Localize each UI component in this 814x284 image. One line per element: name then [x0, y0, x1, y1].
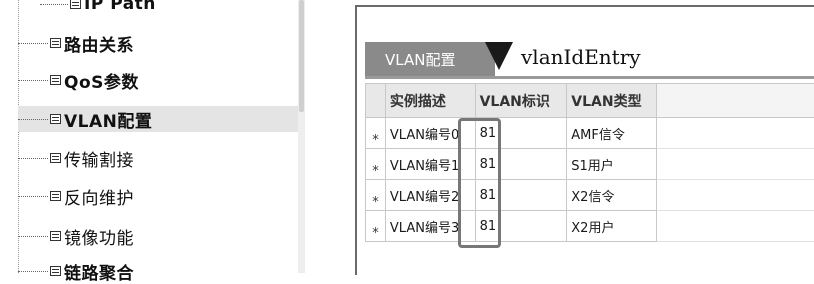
tab-divider	[365, 76, 814, 79]
tree-connector	[18, 196, 48, 197]
row-header-corner	[366, 84, 386, 118]
tree-item-label: 反向维护	[64, 184, 134, 209]
document-icon	[50, 191, 61, 201]
detail-panel: VLAN配置 vlanIdEntry 实例描述 VLAN标识 VLAN类型 * …	[355, 5, 814, 275]
tree-item-ip-path[interactable]: IP Path	[40, 0, 156, 17]
row-marker: *	[366, 118, 386, 149]
cell-instance-desc[interactable]: VLAN编号0	[385, 118, 475, 149]
vlan-table: 实例描述 VLAN标识 VLAN类型 * VLAN编号0 81 AMF信令 * …	[365, 83, 814, 242]
tree-connector	[18, 158, 48, 159]
column-header-filler	[657, 84, 814, 118]
tree-connector	[18, 80, 48, 81]
tree-item-mirroring[interactable]: 镜像功能	[18, 223, 134, 249]
row-marker: *	[366, 180, 386, 211]
table-row[interactable]: * VLAN编号1 81 S1用户	[366, 149, 814, 180]
document-icon	[70, 0, 81, 9]
cell-vlan-type[interactable]: AMF信令	[567, 118, 657, 149]
tree-item-routing[interactable]: 路由关系	[18, 30, 134, 56]
cell-filler	[657, 180, 814, 211]
cell-instance-desc[interactable]: VLAN编号1	[385, 149, 475, 180]
tree-item-label: 链路聚合	[64, 259, 134, 284]
cell-vlan-type[interactable]: X2用户	[567, 211, 657, 242]
cell-instance-desc[interactable]: VLAN编号2	[385, 180, 475, 211]
tree-item-label: IP Path	[84, 0, 156, 14]
tree-item-qos[interactable]: QoS参数	[18, 67, 139, 93]
row-marker: *	[366, 149, 386, 180]
tab-label: VLAN配置	[385, 49, 455, 70]
table-row[interactable]: * VLAN编号0 81 AMF信令	[366, 118, 814, 149]
column-header-instance-desc[interactable]: 实例描述	[385, 84, 475, 118]
tree-item-label: 路由关系	[64, 31, 134, 56]
column-header-vlan-type[interactable]: VLAN类型	[567, 84, 657, 118]
tree-item-label: QoS参数	[64, 68, 139, 93]
table-row[interactable]: * VLAN编号2 81 X2信令	[366, 180, 814, 211]
navigation-tree: IP Path 路由关系 QoS参数 VLAN配置 传输割接 反向维护 镜像功能…	[0, 0, 305, 273]
document-icon	[50, 75, 61, 85]
scrollbar-thumb[interactable]	[299, 0, 304, 112]
column-header-vlan-id[interactable]: VLAN标识	[475, 84, 567, 118]
document-icon	[50, 266, 61, 276]
tree-scrollbar[interactable]	[298, 0, 305, 273]
tree-item-link-aggregation[interactable]: 链路聚合	[18, 258, 134, 284]
cell-vlan-type[interactable]: X2信令	[567, 180, 657, 211]
tree-connector	[18, 236, 48, 237]
cell-vlan-type[interactable]: S1用户	[567, 149, 657, 180]
tree-item-reverse-maintenance[interactable]: 反向维护	[18, 183, 134, 209]
tree-item-label: VLAN配置	[64, 107, 152, 132]
cell-instance-desc[interactable]: VLAN编号3	[385, 211, 475, 242]
cell-vlan-id[interactable]: 81	[475, 118, 567, 149]
tree-item-vlan[interactable]: VLAN配置	[18, 106, 298, 132]
row-marker: *	[366, 211, 386, 242]
table-row[interactable]: * VLAN编号3 81 X2用户	[366, 211, 814, 242]
cell-filler	[657, 149, 814, 180]
table-title: vlanIdEntry	[521, 45, 641, 69]
table-header-row: 实例描述 VLAN标识 VLAN类型	[366, 84, 814, 118]
document-icon	[50, 231, 61, 241]
cell-filler	[657, 211, 814, 242]
cell-filler	[657, 118, 814, 149]
tree-item-label: 镜像功能	[64, 224, 134, 249]
cell-vlan-id[interactable]: 81	[475, 180, 567, 211]
tree-connector	[40, 4, 68, 5]
tree-item-transport-cutover[interactable]: 传输割接	[18, 145, 134, 171]
document-icon	[50, 153, 61, 163]
cell-vlan-id[interactable]: 81	[475, 149, 567, 180]
tree-connector	[18, 271, 48, 272]
cell-vlan-id[interactable]: 81	[475, 211, 567, 242]
tree-connector	[18, 43, 48, 44]
dropdown-arrow-icon[interactable]	[485, 42, 513, 70]
document-icon	[50, 114, 61, 124]
tree-connector	[18, 119, 48, 120]
tab-vlan-config[interactable]: VLAN配置	[365, 42, 495, 76]
tab-bar: VLAN配置 vlanIdEntry	[357, 42, 814, 76]
document-icon	[50, 38, 61, 48]
tree-item-label: 传输割接	[64, 146, 134, 171]
